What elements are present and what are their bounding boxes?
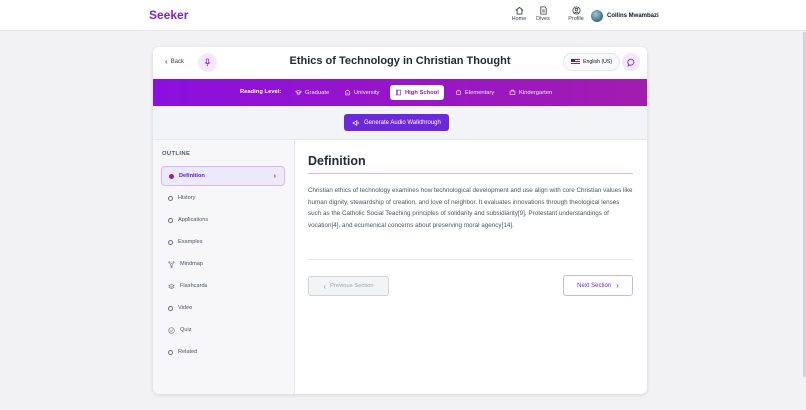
nav-dives[interactable]: Dives	[529, 6, 557, 22]
circle-icon	[168, 217, 173, 223]
book-icon	[396, 89, 401, 96]
section-content: Definition Christian ethics of technolog…	[308, 140, 638, 394]
level-graduate-label: Graduate	[305, 89, 330, 96]
speaker-icon	[352, 119, 359, 126]
circle-icon	[168, 305, 173, 311]
avatar	[591, 9, 603, 22]
us-flag-icon	[571, 59, 580, 65]
content-divider	[308, 259, 633, 260]
user-name: Collins Mwambazi	[607, 12, 659, 19]
active-dot-icon	[169, 173, 174, 179]
generate-audio-label: Generate Audio Walkthrough	[364, 119, 441, 126]
mindmap-icon	[168, 260, 175, 268]
chevron-right-icon: ›	[273, 172, 276, 180]
audio-strip: Generate Audio Walkthrough	[153, 106, 647, 140]
outline-item-mindmap[interactable]: Mindmap	[161, 254, 285, 274]
outline-item-label: Related	[178, 349, 198, 355]
check-circle-icon	[168, 326, 175, 334]
outline-sidebar: OUTLINE Definition › History Application…	[153, 140, 295, 394]
circle-icon	[168, 195, 173, 201]
level-high-school-label: High School	[405, 89, 439, 96]
outline-item-history[interactable]: History	[161, 188, 285, 208]
outline-title: OUTLINE	[162, 151, 191, 157]
language-label: English (US)	[583, 59, 613, 65]
outline-item-label: Applications	[178, 217, 209, 223]
outline-item-label: Video	[178, 305, 193, 311]
reading-level-label: Reading Level:	[240, 89, 282, 95]
circle-icon	[168, 349, 173, 355]
outline-item-applications[interactable]: Applications	[161, 210, 285, 230]
section-title: Definition	[308, 154, 366, 168]
outline-item-definition[interactable]: Definition ›	[161, 166, 285, 186]
nav-profile[interactable]: Profile	[562, 6, 590, 22]
outline-item-label: Flashcards	[180, 283, 208, 289]
outline-item-flashcards[interactable]: Flashcards	[161, 276, 285, 296]
chevron-right-icon: ›	[616, 281, 619, 290]
nav-dives-label: Dives	[536, 16, 550, 22]
outline-item-related[interactable]: Related	[161, 342, 285, 362]
graduation-cap-icon	[295, 90, 302, 95]
reading-level-bar: Reading Level: Graduate University High …	[153, 79, 647, 106]
level-kindergarten-label: Kindergarten	[519, 89, 553, 96]
outline-item-label: Mindmap	[180, 261, 204, 267]
outline-item-video[interactable]: Video	[161, 298, 285, 318]
section-body: Christian ethics of technology examines …	[308, 187, 633, 229]
level-university[interactable]: University	[339, 85, 384, 100]
outline-item-label: History	[178, 195, 196, 201]
level-university-label: University	[354, 89, 380, 96]
generate-audio-button[interactable]: Generate Audio Walkthrough	[344, 114, 449, 131]
next-section-button[interactable]: Next Section ›	[563, 275, 633, 296]
language-selector[interactable]: English (US)	[563, 53, 621, 71]
user-menu[interactable]: Collins Mwambazi	[591, 9, 659, 22]
outline-item-examples[interactable]: Examples	[161, 232, 285, 252]
apple-icon	[455, 89, 462, 96]
chat-button[interactable]	[622, 53, 640, 71]
level-elementary-label: Elementary	[465, 89, 495, 96]
layers-icon	[168, 283, 175, 289]
outline-item-label: Quiz	[180, 327, 192, 333]
next-section-label: Next Section	[577, 282, 612, 289]
chat-bubble-icon	[626, 58, 634, 67]
home-icon	[515, 6, 523, 15]
level-graduate[interactable]: Graduate	[290, 85, 334, 100]
chevron-left-icon: ‹	[323, 281, 327, 291]
lesson-card: ‹ Back Ethics of Technology in Christian…	[153, 47, 647, 394]
outline-item-quiz[interactable]: Quiz	[161, 320, 285, 340]
nav-home-label: Home	[511, 16, 527, 22]
title-divider	[308, 173, 633, 174]
level-kindergarten[interactable]: Kindergarten	[504, 85, 557, 100]
circle-icon	[168, 239, 173, 245]
outline-item-label: Definition	[179, 173, 205, 179]
level-high-school[interactable]: High School	[390, 85, 444, 100]
user-icon	[571, 6, 581, 15]
outline-item-label: Examples	[178, 239, 203, 245]
nav-profile-label: Profile	[568, 16, 584, 22]
previous-section-label: Previous Section	[330, 283, 374, 289]
top-navigation-bar: Seeker Home Dives Profile Collins Mwamba…	[0, 0, 806, 31]
previous-section-button[interactable]: ‹ Previous Section	[308, 276, 389, 296]
level-elementary[interactable]: Elementary	[450, 85, 499, 100]
building-icon	[344, 89, 351, 96]
brand-logo[interactable]: Seeker	[149, 8, 188, 22]
toy-blocks-icon	[509, 89, 516, 95]
document-icon	[539, 6, 547, 15]
